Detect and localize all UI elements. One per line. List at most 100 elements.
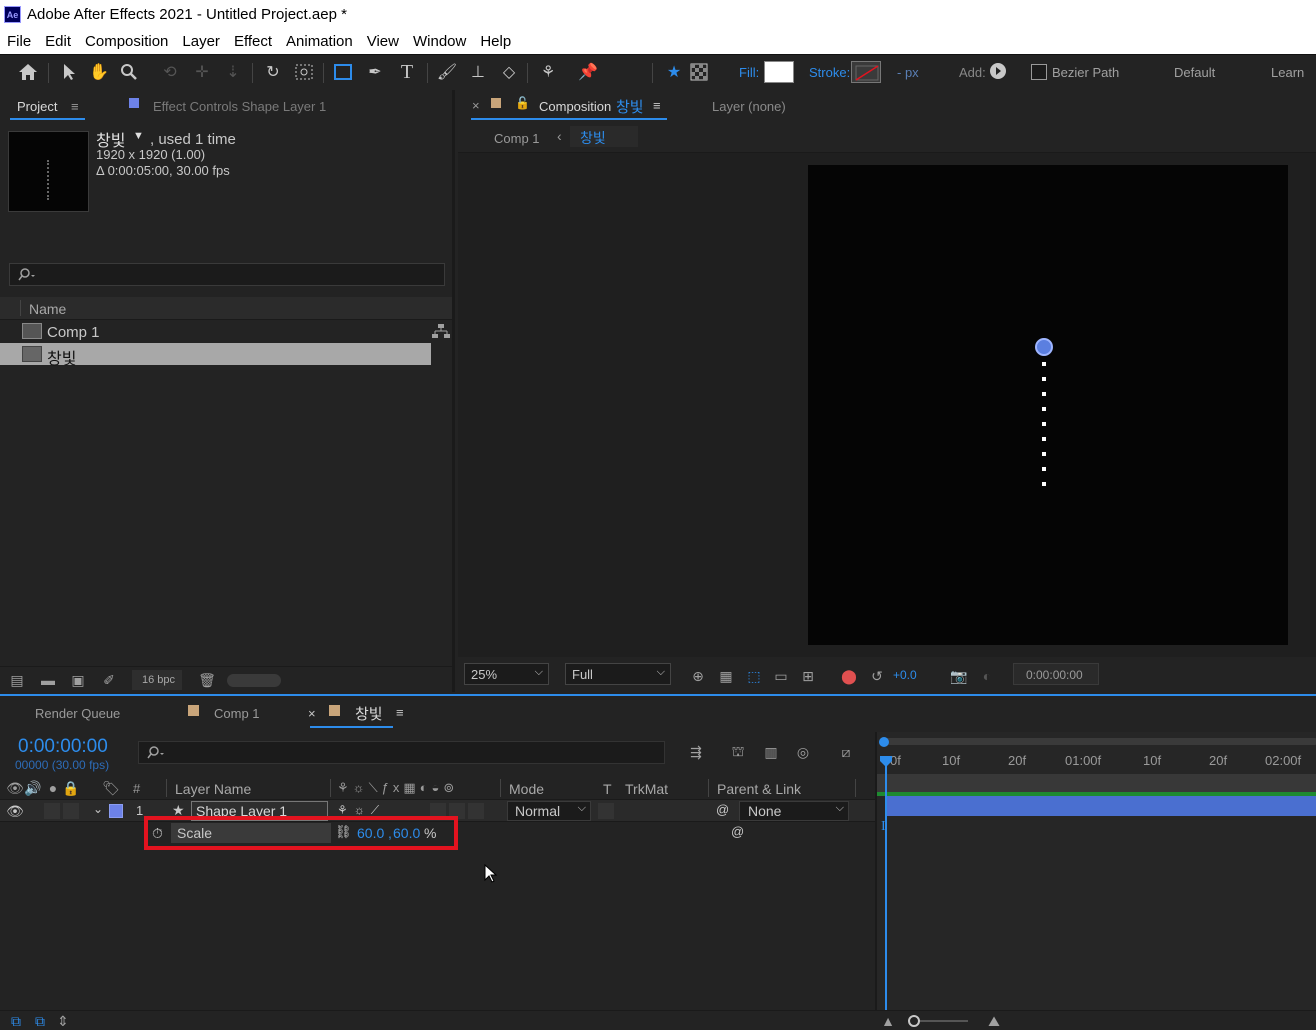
column-name[interactable]: Name bbox=[29, 301, 66, 317]
solo-icon[interactable]: ● bbox=[45, 780, 61, 796]
menu-help[interactable]: Help bbox=[473, 30, 518, 54]
flowchart-icon[interactable] bbox=[432, 324, 450, 341]
menu-view[interactable]: View bbox=[360, 30, 406, 54]
lock-icon[interactable]: 🔒 bbox=[62, 780, 79, 796]
zoom-slider-track[interactable] bbox=[920, 1020, 968, 1022]
stroke-color-swatch[interactable] bbox=[851, 61, 881, 83]
tab-comp1[interactable]: Comp 1 bbox=[214, 706, 260, 721]
tab-effect-controls[interactable]: Effect Controls Shape Layer 1 bbox=[153, 99, 326, 114]
stroke-width-value[interactable]: - px bbox=[897, 65, 919, 80]
close-tab-icon[interactable]: × bbox=[308, 706, 316, 721]
dotted-line-shape[interactable] bbox=[1041, 362, 1047, 487]
list-item-selected[interactable]: 창빛 bbox=[0, 343, 431, 368]
channel-icon[interactable]: ⬤ bbox=[839, 667, 859, 685]
expression-pick-whip-icon[interactable]: @ bbox=[731, 824, 744, 839]
breadcrumb-current-box[interactable]: 창빛 bbox=[570, 126, 638, 147]
in-out-toggle-icon[interactable]: ⇕ bbox=[55, 1013, 71, 1029]
mask-visibility-icon[interactable]: ⬚ bbox=[744, 667, 764, 685]
breadcrumb-parent[interactable]: Comp 1 bbox=[494, 131, 540, 146]
label-tag-icon[interactable]: 🏷 bbox=[102, 780, 120, 796]
lock-icon[interactable]: 🔓 bbox=[515, 96, 530, 110]
brush-tool-icon[interactable]: 🖌 bbox=[435, 60, 459, 84]
menu-composition[interactable]: Composition bbox=[78, 30, 175, 54]
star-mask-icon[interactable]: ★ bbox=[662, 60, 686, 84]
motion-blur-icon[interactable]: ◎ bbox=[792, 743, 814, 761]
new-folder-icon[interactable]: ▬ bbox=[37, 671, 59, 689]
anchor-point-tool-icon[interactable] bbox=[292, 60, 316, 84]
panel-menu-icon[interactable]: ≡ bbox=[653, 98, 661, 113]
puppet-pin-tool-icon[interactable]: 📌 bbox=[576, 60, 600, 84]
solo-toggle[interactable] bbox=[44, 803, 60, 819]
tab-layer[interactable]: Layer (none) bbox=[712, 99, 786, 114]
current-timecode[interactable]: 0:00:00:00 bbox=[18, 736, 108, 758]
playhead-icon[interactable] bbox=[879, 756, 893, 768]
grid-guides-icon[interactable]: ⊞ bbox=[798, 667, 818, 685]
workspace-learn[interactable]: Learn bbox=[1271, 65, 1304, 80]
interpret-footage-icon[interactable]: ▤ bbox=[6, 671, 28, 689]
rotation-tool-icon[interactable]: ↻ bbox=[261, 60, 285, 84]
show-snapshot-icon[interactable]: ◐ bbox=[977, 667, 997, 685]
bezier-path-checkbox[interactable] bbox=[1031, 64, 1047, 80]
item-dropdown-icon[interactable]: ▼ bbox=[133, 130, 144, 142]
lock-toggle[interactable] bbox=[63, 803, 79, 819]
chevron-down-icon[interactable]: ⌄ bbox=[93, 802, 103, 816]
viewer-area[interactable] bbox=[458, 153, 1316, 657]
tab-project[interactable]: Project bbox=[17, 99, 57, 114]
zoom-in-icon[interactable]: ⛰ bbox=[983, 1013, 1005, 1029]
column-layer-name[interactable]: Layer Name bbox=[175, 781, 251, 797]
eye-icon[interactable]: 👁 bbox=[6, 780, 24, 796]
menu-layer[interactable]: Layer bbox=[175, 30, 227, 54]
column-trkmat[interactable]: TrkMat bbox=[625, 781, 668, 797]
pen-tool-icon[interactable]: ✒ bbox=[363, 60, 387, 84]
frame-blending-icon[interactable]: ▥ bbox=[760, 743, 782, 761]
column-parent-link[interactable]: Parent & Link bbox=[717, 781, 801, 797]
column-mode[interactable]: Mode bbox=[509, 781, 544, 797]
roi-grid-icon[interactable] bbox=[687, 60, 711, 84]
hand-tool-icon[interactable]: ✋ bbox=[87, 60, 111, 84]
fast-preview-icon[interactable]: ⊕ bbox=[688, 667, 708, 685]
snapshot-icon[interactable]: 📷 bbox=[949, 667, 969, 685]
current-time-indicator[interactable] bbox=[885, 758, 887, 1010]
panel-menu-icon[interactable]: ≡ bbox=[71, 99, 79, 114]
zoom-dropdown[interactable]: 25% ⌵ bbox=[464, 663, 549, 685]
mode-dropdown[interactable]: Normal ⌵ bbox=[507, 801, 591, 821]
tab-render-queue[interactable]: Render Queue bbox=[35, 706, 120, 721]
zoom-tool-icon[interactable] bbox=[117, 60, 141, 84]
tab-composition[interactable]: Composition bbox=[539, 99, 611, 114]
layer-duration-bar[interactable] bbox=[885, 796, 1316, 816]
draft-3d-icon[interactable]: ⛫ bbox=[727, 743, 749, 761]
clone-stamp-tool-icon[interactable]: ⊥ bbox=[466, 60, 490, 84]
comp-mini-flowchart-icon[interactable]: ⇶ bbox=[685, 743, 707, 761]
add-circle-icon[interactable] bbox=[990, 63, 1006, 79]
menu-edit[interactable]: Edit bbox=[38, 30, 78, 54]
parent-dropdown[interactable]: None ⌵ bbox=[739, 801, 849, 821]
zoom-slider-handle[interactable] bbox=[908, 1015, 920, 1027]
work-area-bar[interactable] bbox=[881, 738, 1316, 745]
project-search-input[interactable] bbox=[9, 263, 445, 286]
timeline-search-input[interactable] bbox=[138, 741, 665, 764]
selection-tool-icon[interactable] bbox=[57, 60, 81, 84]
menu-file[interactable]: File bbox=[0, 30, 38, 54]
transparency-grid-icon[interactable]: ▦ bbox=[716, 667, 736, 685]
workspace-default[interactable]: Default bbox=[1174, 65, 1215, 80]
roto-brush-tool-icon[interactable]: ⚘ bbox=[536, 60, 560, 84]
anchor-point-icon[interactable] bbox=[1035, 338, 1053, 356]
list-item[interactable]: Comp 1 bbox=[0, 321, 431, 343]
rectangle-tool-icon[interactable] bbox=[331, 60, 355, 84]
time-ruler[interactable]: 0f 10f 20f 01:00f 10f 20f 02:00f bbox=[877, 748, 1316, 774]
transfer-controls-toggle-icon[interactable]: ⧉ bbox=[32, 1013, 48, 1029]
menu-animation[interactable]: Animation bbox=[279, 30, 360, 54]
bpc-button[interactable]: 16 bpc bbox=[132, 670, 182, 690]
panel-menu-icon[interactable]: ≡ bbox=[396, 705, 404, 720]
zoom-out-icon[interactable]: ▲ bbox=[880, 1013, 896, 1029]
tab-active-comp[interactable]: 창빛 bbox=[355, 703, 383, 724]
preserve-transparency-toggle[interactable] bbox=[598, 803, 614, 819]
viewer-timecode[interactable]: 0:00:00:00 bbox=[1013, 663, 1099, 685]
layer-label-color[interactable] bbox=[109, 804, 123, 818]
menu-window[interactable]: Window bbox=[406, 30, 473, 54]
new-composition-icon[interactable]: ▣ bbox=[67, 671, 89, 689]
pick-whip-icon[interactable]: @ bbox=[716, 802, 729, 817]
adjust-icon[interactable]: ✐ bbox=[98, 671, 120, 689]
resolution-dropdown[interactable]: Full ⌵ bbox=[565, 663, 671, 685]
home-icon[interactable] bbox=[16, 60, 40, 84]
